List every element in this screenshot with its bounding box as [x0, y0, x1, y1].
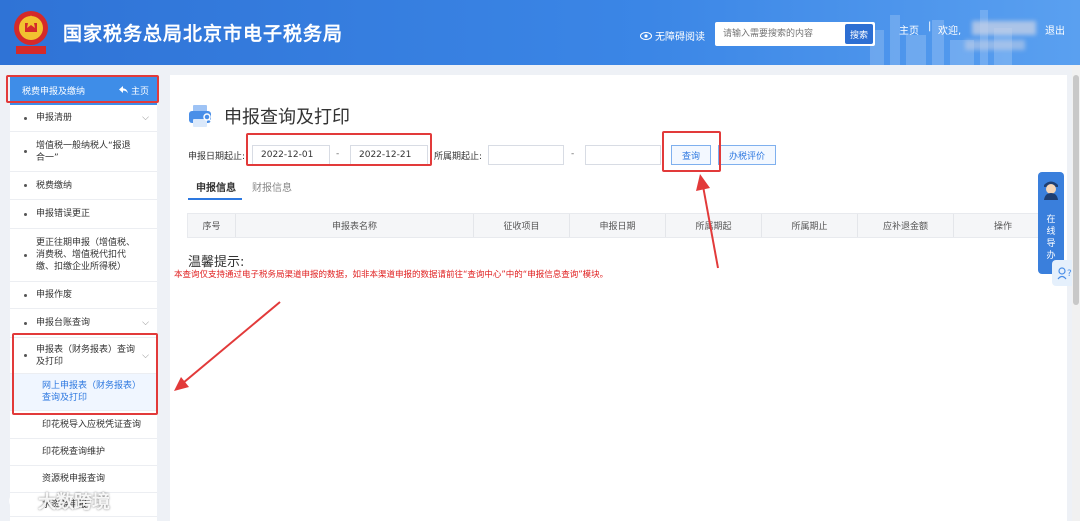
- bullet-dot: [24, 150, 27, 153]
- page-scrollbar[interactable]: [1072, 65, 1080, 521]
- bullet-dot: [24, 321, 27, 325]
- sidebar-item-label: 税费缴纳: [36, 180, 73, 191]
- guide-char: 导: [1046, 239, 1056, 249]
- eye-icon: [640, 31, 652, 40]
- chevron-down-icon: ⌵: [142, 113, 149, 123]
- bullet-dot: [24, 212, 27, 216]
- sidebar-item[interactable]: 税费缴纳: [10, 172, 157, 200]
- printer-search-icon: [189, 105, 213, 127]
- period-end-input[interactable]: [585, 145, 661, 165]
- annotation-box-declaration-query: [12, 333, 158, 415]
- sidebar-item[interactable]: 增值税一般纳税人“报退合一”: [10, 132, 157, 172]
- page-heading: 申报查询及打印: [188, 103, 350, 129]
- bullet-dot: [24, 116, 27, 120]
- table-header-cell: 征收项目: [474, 214, 570, 237]
- guide-char: 在: [1046, 215, 1056, 225]
- bullet-dot: [24, 184, 27, 187]
- table-header-cell: 应补退金额: [858, 214, 954, 237]
- period-dash: -: [571, 149, 575, 159]
- sidebar-item[interactable]: 申报错误更正: [10, 200, 157, 229]
- sidebar-item-label: 增值税一般纳税人“报退合一”: [36, 140, 131, 163]
- chevron-down-icon: ⌵: [142, 318, 149, 328]
- guide-char: 线: [1046, 227, 1056, 237]
- sidebar-item-label: 更正往期申报（增值税、消费税、增值税代扣代缴、扣缴企业所得税）: [36, 238, 136, 272]
- blurred-company: [965, 40, 1025, 50]
- period-label: 所属期起止:: [434, 152, 483, 162]
- sidebar: 税费申报及缴纳 主页 申报清册 ⌵ 增值税一般纳税人“报退合一” 税费缴纳 申报错…: [10, 75, 157, 521]
- scrollbar-thumb[interactable]: [1073, 75, 1079, 305]
- sidebar-item-label: 申报作废: [36, 290, 73, 300]
- table-header-cell: 申报日期: [570, 214, 666, 237]
- sidebar-subitem[interactable]: 印花税导入应税凭证查询: [10, 411, 157, 439]
- annotation-box-query-button: [662, 131, 721, 172]
- results-table-header: 序号 申报表名称 征收项目 申报日期 所属期起 所属期止 应补退金额 操作: [187, 213, 1053, 238]
- sidebar-item-label: 申报台账查询: [36, 318, 91, 328]
- sidebar-item[interactable]: 申报清册 ⌵: [10, 105, 157, 132]
- search-input[interactable]: [715, 22, 843, 46]
- annotation-box-tax-filing: [6, 75, 159, 103]
- tip-text: 本查询仅支持通过电子税务局渠道申报的数据，如非本渠道申报的数据请前往“查询中心”…: [174, 270, 609, 280]
- accessibility-label: 无障碍阅读: [655, 32, 705, 43]
- bullet-dot: [24, 253, 27, 257]
- search-button[interactable]: 搜索: [845, 24, 873, 44]
- sidebar-subitem-label: 资源税申报查询: [42, 474, 106, 484]
- blurred-username: [972, 21, 1036, 35]
- header-home-link[interactable]: 主页: [899, 22, 919, 37]
- watermark-text: 大数跨境: [38, 492, 110, 513]
- national-emblem-icon: [14, 11, 48, 54]
- accessibility-reading-link[interactable]: 无障碍阅读: [640, 28, 705, 43]
- declare-date-label: 申报日期起止:: [188, 152, 246, 162]
- sidebar-subitem-label: 印花税查询维护: [42, 447, 106, 457]
- tab-financial-info[interactable]: 财报信息: [252, 179, 292, 194]
- online-guide-widget[interactable]: 在 线 导 办: [1038, 172, 1064, 274]
- sidebar-item[interactable]: 更正往期申报（增值税、消费税、增值税代扣代缴、扣缴企业所得税）: [10, 229, 157, 282]
- sidebar-subitem-label: 印花税导入应税凭证查询: [42, 419, 142, 430]
- tab-bar: 申报信息 财报信息: [188, 179, 688, 201]
- annotation-box-date-range: [246, 133, 432, 166]
- site-title: 国家税务总局北京市电子税务局: [63, 23, 344, 45]
- welcome-text: 欢迎,: [938, 26, 962, 37]
- table-header-cell: 申报表名称: [236, 214, 474, 237]
- sidebar-item[interactable]: 申报作废: [10, 282, 157, 309]
- table-header-cell: 所属期止: [762, 214, 858, 237]
- active-tab-indicator: [188, 198, 242, 200]
- sidebar-item-label: 申报清册: [36, 113, 73, 123]
- search-box: 搜索: [715, 22, 875, 46]
- online-guide-text: 在 线 导 办: [1038, 214, 1064, 262]
- table-header-cell: 所属期起: [666, 214, 762, 237]
- bullet-dot: [24, 293, 27, 297]
- tab-declaration-info[interactable]: 申报信息: [196, 179, 236, 194]
- header-separator: |: [928, 21, 932, 32]
- sidebar-subitem[interactable]: 印花税查询维护: [10, 439, 157, 466]
- site-header: 国家税务总局北京市电子税务局 无障碍阅读 搜索 主页 | 欢迎, 退出: [0, 0, 1080, 65]
- period-start-input[interactable]: [488, 145, 564, 165]
- help-question-icon: ?: [1057, 267, 1072, 280]
- assistant-avatar-icon: [1044, 181, 1058, 200]
- watermark: 大数跨境: [8, 488, 110, 514]
- logout-link[interactable]: 退出: [1045, 22, 1065, 37]
- sidebar-item-label: 申报错误更正: [36, 209, 91, 219]
- table-header-cell: 序号: [188, 214, 236, 237]
- watermark-logo-icon: [9, 493, 33, 509]
- tax-evaluation-button[interactable]: 办税评价: [718, 145, 776, 165]
- page-title: 申报查询及打印: [224, 107, 350, 128]
